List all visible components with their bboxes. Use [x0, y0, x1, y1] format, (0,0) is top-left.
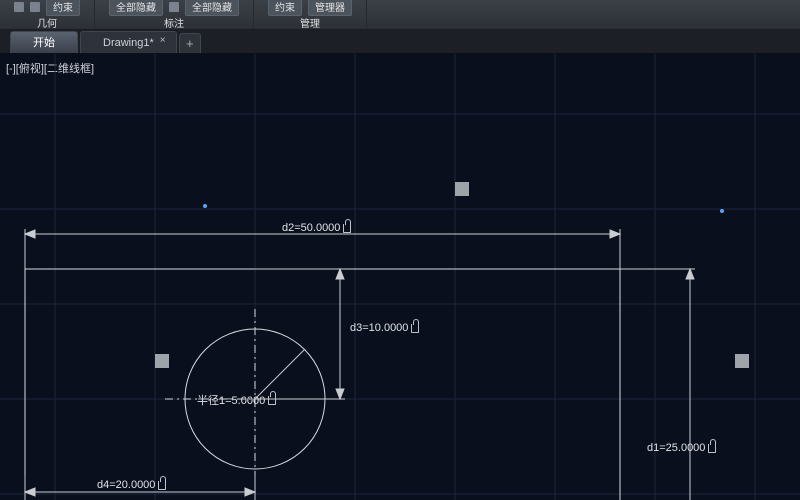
close-icon[interactable]: ×: [160, 36, 170, 46]
drawing-canvas[interactable]: [-][俯视][二维线框]: [0, 54, 800, 500]
lock-icon: [708, 444, 716, 453]
dim-text-d4[interactable]: d4=20.0000: [95, 479, 168, 491]
dim-text-d1[interactable]: d1=25.0000: [645, 442, 718, 454]
dim-text-d3[interactable]: d3=10.0000: [348, 322, 421, 334]
tab-home[interactable]: 开始: [10, 31, 78, 53]
dimension-d2: [25, 229, 620, 269]
ribbon-panel-label: 几何: [14, 15, 80, 30]
dim-text-radius[interactable]: 半径1=5.0000: [195, 392, 278, 408]
tab-label: 开始: [33, 37, 55, 49]
ribbon-panel-annotation: 全部隐藏 全部隐藏 标注: [95, 0, 254, 29]
annot-icon[interactable]: [169, 2, 179, 12]
geom-icon[interactable]: [14, 2, 24, 12]
geom-icon[interactable]: [30, 2, 40, 12]
document-tab-bar: 开始 Drawing1* × +: [0, 30, 800, 54]
ribbon-panel-geometry: 约束 几何: [0, 0, 95, 29]
ribbon-panel-label: 管理: [268, 15, 352, 30]
dimension-d3: [255, 269, 345, 399]
tab-drawing1[interactable]: Drawing1* ×: [80, 31, 177, 53]
grip-handle[interactable]: [155, 354, 169, 368]
pick-point: [720, 209, 724, 213]
new-tab-button[interactable]: +: [179, 33, 201, 53]
lock-icon: [268, 396, 276, 405]
lock-icon: [411, 324, 419, 333]
grip-handle[interactable]: [455, 182, 469, 196]
lock-icon: [343, 224, 351, 233]
ribbon: 约束 几何 全部隐藏 全部隐藏 标注 约束 管理器 管理: [0, 0, 800, 30]
dim-text-d2[interactable]: d2=50.0000: [280, 222, 353, 234]
plus-icon: +: [186, 36, 194, 51]
tab-label: Drawing1*: [103, 37, 154, 49]
pick-point: [203, 204, 207, 208]
grip-handle[interactable]: [735, 354, 749, 368]
ribbon-panel-label: 标注: [109, 15, 239, 30]
canvas-svg: [0, 54, 800, 500]
ribbon-panel-manage: 约束 管理器 管理: [254, 0, 367, 29]
lock-icon: [158, 481, 166, 490]
